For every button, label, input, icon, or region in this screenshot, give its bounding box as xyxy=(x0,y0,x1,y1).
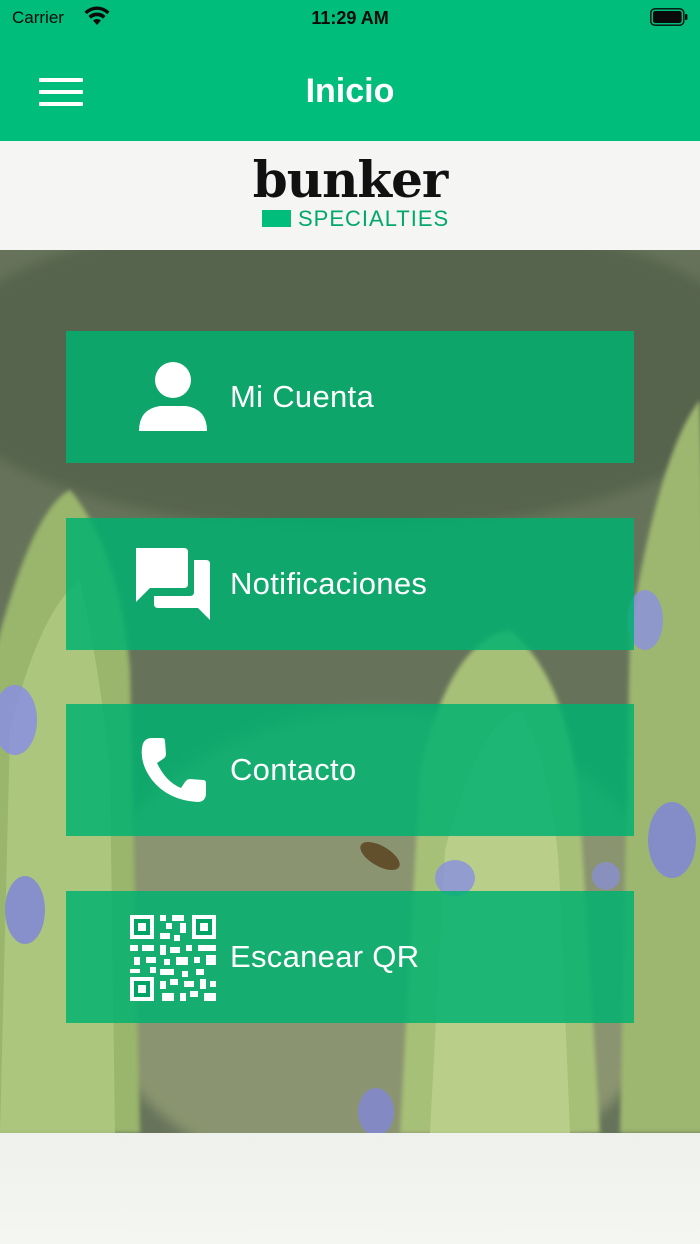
mi-cuenta-label: Mi Cuenta xyxy=(230,379,374,414)
app-header: Carrier 11:29 AM Inicio xyxy=(0,0,700,141)
escanear-qr-label: Escanear QR xyxy=(230,939,420,974)
logo-subtitle: SPECIALTIES xyxy=(298,206,450,231)
page-title: Inicio xyxy=(305,72,395,110)
status-time: 11:29 AM xyxy=(311,8,389,28)
escanear-qr-button[interactable]: Escanear QR xyxy=(66,891,634,1023)
logo-wordmark: bunker xyxy=(252,150,448,209)
person-icon xyxy=(128,353,218,443)
contacto-label: Contacto xyxy=(230,752,357,787)
logo-accent-bar xyxy=(262,210,291,227)
status-bar: Carrier 11:29 AM xyxy=(0,0,700,40)
bottom-band xyxy=(0,1133,700,1244)
notificaciones-label: Notificaciones xyxy=(230,566,428,601)
qr-code-icon xyxy=(128,913,218,1003)
phone-icon xyxy=(128,726,218,816)
contacto-button[interactable]: Contacto xyxy=(66,704,634,836)
chat-bubbles-icon xyxy=(128,540,218,630)
notificaciones-button[interactable]: Notificaciones xyxy=(66,518,634,650)
mi-cuenta-button[interactable]: Mi Cuenta xyxy=(66,331,634,463)
brand-logo: bunker xyxy=(0,150,700,209)
battery-icon xyxy=(650,8,688,26)
